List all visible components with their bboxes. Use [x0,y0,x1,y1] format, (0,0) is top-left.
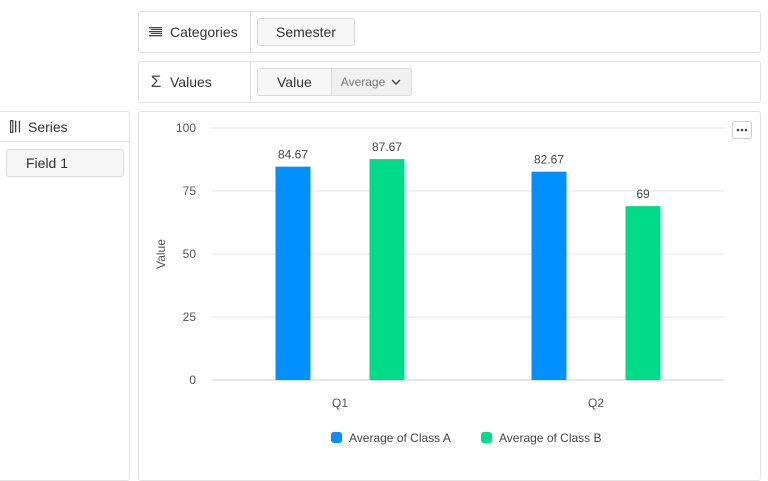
y-axis-title: Value [154,239,168,269]
x-tick-label: Q2 [588,396,604,410]
y-tick-label: 25 [183,310,197,324]
data-label: 84.67 [278,148,308,162]
x-axis-ticks: Q1 Q2 [332,396,604,410]
y-tick-label: 100 [176,121,196,135]
bar [625,206,661,380]
data-label: 69 [636,187,650,201]
data-label: 82.67 [534,153,564,167]
bar [531,171,567,380]
bars [275,159,661,380]
data-labels: 84.67 87.67 82.67 69 [278,140,650,201]
more-options-button[interactable] [732,121,752,139]
legend-swatch [331,432,342,443]
legend-swatch [481,432,492,443]
y-tick-label: 75 [183,184,197,198]
legend-label: Average of Class A [349,431,451,445]
data-label: 87.67 [372,140,402,154]
y-axis-ticks: 0 25 50 75 100 [176,121,196,387]
bar [275,166,311,380]
y-tick-label: 0 [189,373,196,387]
legend: Average of Class A Average of Class B [331,431,602,445]
bar-chart: 0255075100 Value 84.6787.6782.6769 Q1 Q2 … [154,121,724,445]
legend-label: Average of Class B [499,431,602,445]
x-tick-label: Q1 [332,396,348,410]
y-tick-label: 50 [183,247,197,261]
bar [369,159,405,380]
more-icon [736,128,748,132]
